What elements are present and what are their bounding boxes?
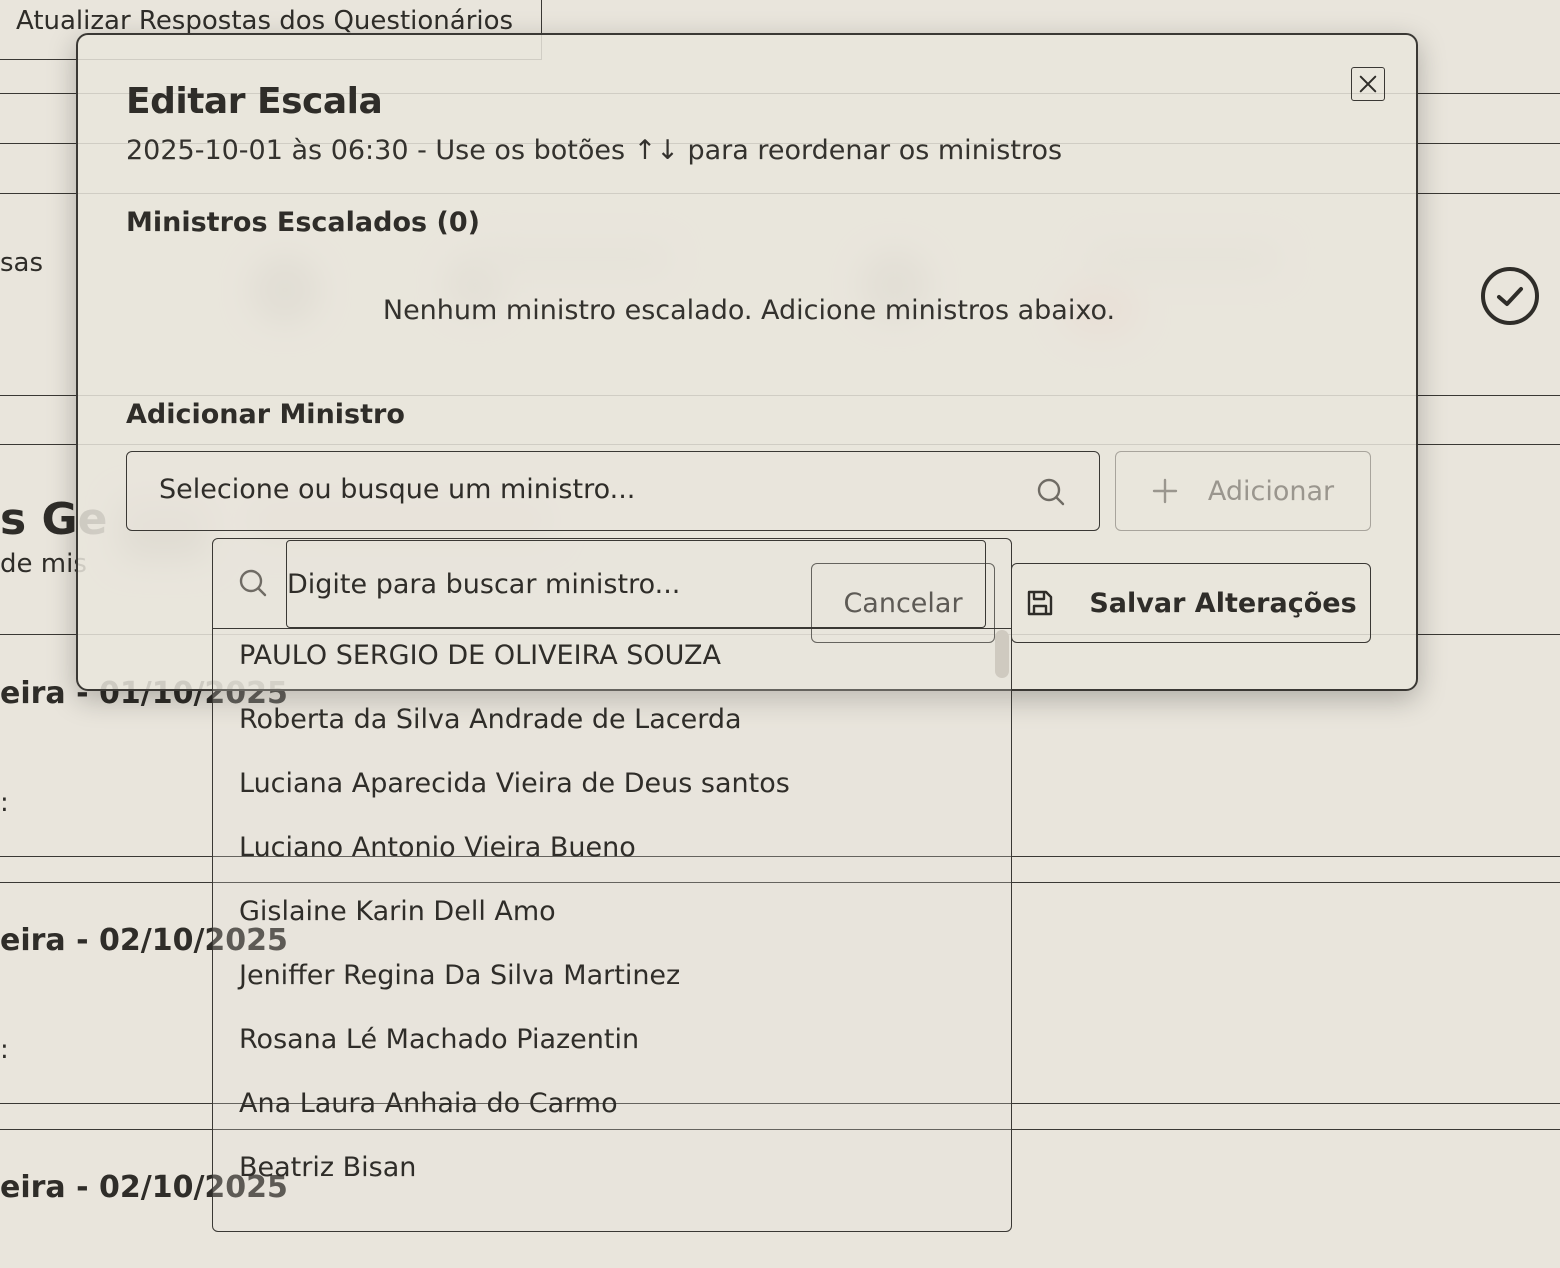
- minister-option[interactable]: Rosana Lé Machado Piazentin: [213, 1014, 993, 1078]
- minister-options-list: PAULO SERGIO DE OLIVEIRA SOUZA Roberta d…: [213, 630, 993, 1230]
- floppy-disk-icon: [1028, 590, 1053, 616]
- minister-search-input[interactable]: [286, 540, 986, 628]
- divider: [213, 628, 1011, 629]
- minister-option[interactable]: Beatriz Bisan: [213, 1142, 993, 1206]
- scheduled-ministers-heading: Ministros Escalados (0): [126, 207, 480, 238]
- minister-option[interactable]: Luciano Antonio Vieira Bueno: [213, 822, 993, 886]
- search-icon: [1037, 478, 1065, 506]
- search-icon: [239, 569, 267, 597]
- schedule-row-label: :: [0, 1035, 9, 1065]
- update-answers-tab-label: Atualizar Respostas dos Questionários: [16, 6, 514, 36]
- minister-dropdown: PAULO SERGIO DE OLIVEIRA SOUZA Roberta d…: [212, 538, 1012, 1232]
- add-minister-heading: Adicionar Ministro: [126, 399, 405, 430]
- minister-option[interactable]: Jeniffer Regina Da Silva Martinez: [213, 950, 993, 1014]
- minister-select[interactable]: Selecione ou busque um ministro...: [126, 451, 1100, 531]
- dialog-title: Editar Escala: [126, 81, 383, 122]
- x-icon: [1359, 75, 1377, 93]
- minister-select-placeholder: Selecione ou busque um ministro...: [159, 474, 636, 505]
- minister-option[interactable]: Ana Laura Anhaia do Carmo: [213, 1078, 993, 1142]
- save-changes-label: Salvar Alterações: [1089, 587, 1357, 619]
- add-button[interactable]: Adicionar: [1115, 451, 1371, 531]
- dialog-subtitle: 2025-10-01 às 06:30 - Use os botões ↑↓ p…: [126, 135, 1063, 166]
- add-button-label: Adicionar: [1207, 475, 1335, 507]
- dropdown-scrollbar[interactable]: [995, 630, 1009, 678]
- section-subheading: de mis: [0, 549, 87, 579]
- save-changes-button[interactable]: Salvar Alterações: [1011, 563, 1371, 643]
- check-circle-icon[interactable]: [1480, 266, 1540, 326]
- minister-option[interactable]: Roberta da Silva Andrade de Lacerda: [213, 694, 993, 758]
- empty-state-message: Nenhum ministro escalado. Adicione minis…: [382, 295, 1116, 326]
- minister-option[interactable]: PAULO SERGIO DE OLIVEIRA SOUZA: [213, 630, 993, 694]
- side-text: sas: [0, 248, 44, 278]
- schedule-row-label: :: [0, 788, 9, 818]
- plus-icon: [1152, 478, 1178, 504]
- close-button[interactable]: [1351, 67, 1385, 101]
- minister-option[interactable]: Gislaine Karin Dell Amo: [213, 886, 993, 950]
- minister-option[interactable]: Luciana Aparecida Vieira de Deus santos: [213, 758, 993, 822]
